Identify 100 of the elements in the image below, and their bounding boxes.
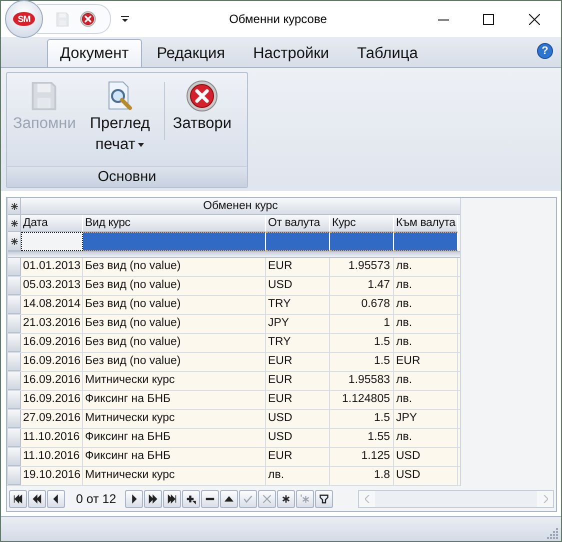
navigator-button[interactable] xyxy=(220,490,238,508)
column-header[interactable]: От валута xyxy=(266,215,330,232)
window-title: Обменни курсове xyxy=(228,12,328,26)
table-cell-text: 11.10.2016 xyxy=(23,430,80,445)
new-row-cell[interactable] xyxy=(21,232,83,251)
table-cell-text: Фиксинг на БНБ xyxy=(85,430,171,445)
app-menu-button[interactable]: SM xyxy=(5,0,43,38)
table-cell-text: 27.09.2016 xyxy=(23,411,81,426)
navigator-button[interactable] xyxy=(163,490,182,508)
table-cell-text: 16.09.2016 xyxy=(23,373,81,388)
table-cell-text: 21.03.2016 xyxy=(23,316,81,331)
table-cell-text: Фиксинг на БНБ xyxy=(85,449,171,464)
table-cell-text: 1.95583 xyxy=(348,373,390,388)
asterisk-icon[interactable] xyxy=(10,220,18,226)
table-cell-text: 1.47 xyxy=(368,278,390,293)
double-left-arrow-icon xyxy=(31,493,43,505)
column-header[interactable]: Дата xyxy=(21,215,83,232)
navigator-button[interactable] xyxy=(144,490,162,508)
navigator-button[interactable] xyxy=(277,490,296,508)
ribbon-tab[interactable]: Редакция xyxy=(144,39,238,67)
ribbon-tab[interactable]: Таблица xyxy=(344,39,431,67)
new-row-cell[interactable] xyxy=(330,232,394,251)
table-cell-text: лв. xyxy=(396,316,412,331)
column-header[interactable]: Вид курс xyxy=(83,215,266,232)
column-header[interactable]: Към валута xyxy=(394,215,458,232)
row-indicator[interactable] xyxy=(8,258,21,276)
table-cell-text: Без вид (no value) xyxy=(85,278,181,293)
table-cell-text: USD xyxy=(268,411,292,426)
new-row-cell[interactable] xyxy=(83,232,266,251)
close-icon[interactable] xyxy=(80,11,96,27)
table-cell-text: USD xyxy=(268,430,292,445)
table-cell-text: JPY xyxy=(268,316,290,331)
last-record-icon xyxy=(166,493,178,505)
table-cell-text: USD xyxy=(268,278,292,293)
table-cell-text: EUR xyxy=(268,373,292,388)
row-indicator[interactable] xyxy=(8,448,21,466)
table-cell-text: JPY xyxy=(396,411,418,426)
table-cell-text: 16.09.2016 xyxy=(23,354,81,369)
table-cell-text: лв. xyxy=(396,259,412,274)
checkmark-icon xyxy=(242,493,254,505)
table-cell-text: Митнически курс xyxy=(85,373,175,388)
ribbon-tab[interactable]: Настройки xyxy=(240,39,342,67)
row-indicator[interactable] xyxy=(8,391,21,409)
row-indicator[interactable] xyxy=(8,429,21,447)
table-cell-text: лв. xyxy=(396,335,412,350)
navigator-button[interactable] xyxy=(125,490,144,508)
help-button[interactable]: ? xyxy=(537,43,553,59)
record-counter: 0 от 12 xyxy=(75,492,118,506)
asterisk-icon xyxy=(299,493,312,505)
table-cell-text: TRY xyxy=(268,335,291,350)
band-header: Обменен курс xyxy=(21,198,460,215)
ribbon-button[interactable]: Затвори xyxy=(168,77,236,166)
customize-dropdown-icon[interactable] xyxy=(121,15,129,23)
asterisk-icon[interactable] xyxy=(10,202,18,210)
funnel-icon xyxy=(318,493,330,505)
table-cell-text: EUR xyxy=(396,354,420,369)
row-indicator[interactable] xyxy=(8,353,21,371)
row-indicator[interactable] xyxy=(8,277,21,295)
app-logo: SM xyxy=(13,12,35,26)
table-cell-text: 1.55 xyxy=(368,430,390,445)
table-cell-text: Фиксинг на БНБ xyxy=(85,392,171,407)
ribbon-button[interactable]: Преглед печат xyxy=(80,77,160,166)
dropdown-arrow-icon xyxy=(138,142,144,147)
table-cell-text: 1.5 xyxy=(374,411,390,426)
close-icon[interactable] xyxy=(528,14,540,24)
row-indicator[interactable] xyxy=(8,410,21,428)
row-indicator[interactable] xyxy=(8,296,21,314)
table-cell-text: 19.10.2016 xyxy=(23,468,81,483)
table-cell-text: EUR xyxy=(268,449,292,464)
horizontal-scrollbar[interactable] xyxy=(358,490,554,508)
row-indicator[interactable] xyxy=(8,334,21,352)
asterisk-icon[interactable] xyxy=(10,238,18,244)
table-cell-text: 1.8 xyxy=(374,468,390,483)
maximize-icon[interactable] xyxy=(483,14,494,24)
row-indicator[interactable] xyxy=(8,315,21,333)
table-cell-text: Митнически курс xyxy=(85,468,175,483)
row-indicator[interactable] xyxy=(8,372,21,390)
navigator-button[interactable] xyxy=(182,490,200,508)
new-row-cell[interactable] xyxy=(266,232,330,251)
navigator-button[interactable] xyxy=(315,490,334,508)
navigator-button[interactable] xyxy=(201,490,220,508)
resize-grip-icon[interactable] xyxy=(547,527,559,539)
column-header[interactable]: Курс xyxy=(330,215,394,232)
table-cell-text: Без вид (no value) xyxy=(85,259,181,274)
table-cell-text: 11.10.2016 xyxy=(23,449,80,464)
table-cell-text: 05.03.2013 xyxy=(23,278,81,293)
ribbon-tab[interactable]: Документ xyxy=(47,39,142,67)
scroll-right-icon[interactable] xyxy=(542,495,548,503)
table-cell-text: лв. xyxy=(396,392,412,407)
table-cell-text: USD xyxy=(396,468,420,483)
navigator-button[interactable] xyxy=(47,490,65,508)
table-cell-text: Митнически курс xyxy=(85,411,175,426)
row-indicator[interactable] xyxy=(8,467,21,485)
new-row-cell[interactable] xyxy=(394,232,458,251)
scroll-left-icon[interactable] xyxy=(364,495,370,503)
table-cell-text: лв. xyxy=(396,278,412,293)
navigator-button[interactable] xyxy=(28,490,46,508)
navigator-button[interactable] xyxy=(9,490,27,508)
table-cell-text: 1.124805 xyxy=(342,392,390,407)
table-cell-text: лв. xyxy=(396,297,412,312)
